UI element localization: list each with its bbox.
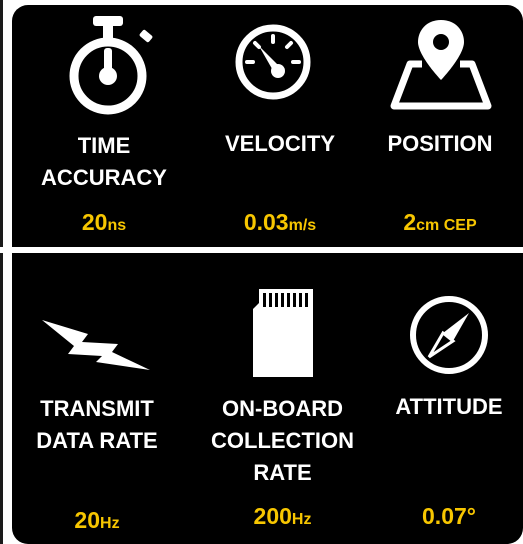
velocity-number: 0.03 [243,209,289,235]
onboard-label-line3: RATE [253,460,312,485]
velocity-unit: m/s [288,217,317,234]
transmit-unit: Hz [100,515,120,532]
left-border [0,0,3,544]
onboard-collection-rate-value: 200Hz [200,503,365,530]
transmit-data-rate-value: 20Hz [22,507,172,534]
compass-icon [410,296,488,374]
map-pin-icon [390,20,492,110]
transmit-data-rate-label: TRANSMIT DATA RATE [22,393,172,457]
position-unit: cm CEP [416,217,477,234]
onboard-unit: Hz [291,511,312,528]
stopwatch-icon [69,16,153,115]
time-accuracy-unit: ns [107,217,127,234]
attitude-number: 0.07° [422,503,476,529]
attitude-label: ATTITUDE [375,391,523,423]
time-accuracy-number: 20 [81,209,108,235]
onboard-label-line2: COLLECTION [211,428,354,453]
time-accuracy-label-line2: ACCURACY [41,165,167,190]
time-accuracy-label: TIME ACCURACY [28,130,180,194]
attitude-value: 0.07° [375,503,523,530]
speedometer-icon [235,24,311,100]
time-accuracy-value: 20ns [28,209,180,236]
lightning-bolt-icon [42,320,150,370]
onboard-collection-rate-label: ON-BOARD COLLECTION RATE [200,393,365,489]
transmit-number: 20 [74,507,101,533]
row-divider [0,247,523,253]
velocity-label: VELOCITY [205,128,355,160]
sd-card-icon [253,289,313,377]
onboard-number: 200 [253,503,292,529]
time-accuracy-label-line1: TIME [77,133,131,158]
transmit-label-line1: TRANSMIT [40,396,154,421]
position-value: 2cm CEP [370,209,510,236]
transmit-label-line2: DATA RATE [36,428,158,453]
position-label-line1: POSITION [387,131,493,156]
onboard-label-line1: ON-BOARD [222,396,343,421]
velocity-label-line1: VELOCITY [224,131,335,156]
attitude-label-line1: ATTITUDE [395,394,503,419]
position-number: 2 [403,209,417,235]
velocity-value: 0.03m/s [205,209,355,236]
position-label: POSITION [370,128,510,160]
